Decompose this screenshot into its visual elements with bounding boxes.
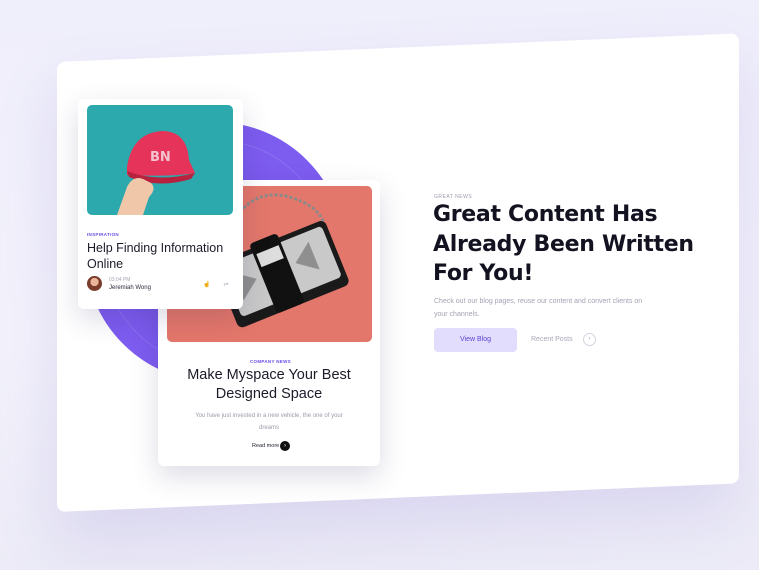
category-label: COMPANY NEWS xyxy=(250,359,291,364)
svg-text:BN: BN xyxy=(150,150,171,165)
chevron-right-icon[interactable]: › xyxy=(583,333,596,346)
card-title[interactable]: Help Finding Information Online xyxy=(87,240,237,272)
view-blog-button[interactable]: View Blog xyxy=(434,328,517,352)
thumbs-up-icon[interactable]: ☝ xyxy=(202,280,212,290)
avatar xyxy=(87,276,102,291)
card-title[interactable]: Make Myspace Your Best Designed Space xyxy=(169,366,369,404)
blog-card-inspiration[interactable]: BN INSPIRATION Help Finding Information … xyxy=(78,99,243,309)
cap-image: BN xyxy=(87,105,233,215)
category-label: INSPIRATION xyxy=(87,232,119,237)
author-name: Jeremiah Wong xyxy=(109,285,151,291)
post-time: 03:04 PM xyxy=(109,277,131,283)
arrow-right-icon[interactable]: › xyxy=(280,441,290,451)
hero-subtitle: Check out our blog pages, reuse our cont… xyxy=(434,298,643,318)
share-icon[interactable]: ⇌ xyxy=(221,280,231,290)
recent-posts-link[interactable]: Recent Posts xyxy=(531,336,573,343)
read-more-link[interactable]: Read more xyxy=(252,443,279,449)
page-title: Great Content Has Already Been Written F… xyxy=(433,202,694,286)
card-description: You have just invested in a new vehicle,… xyxy=(195,413,343,431)
